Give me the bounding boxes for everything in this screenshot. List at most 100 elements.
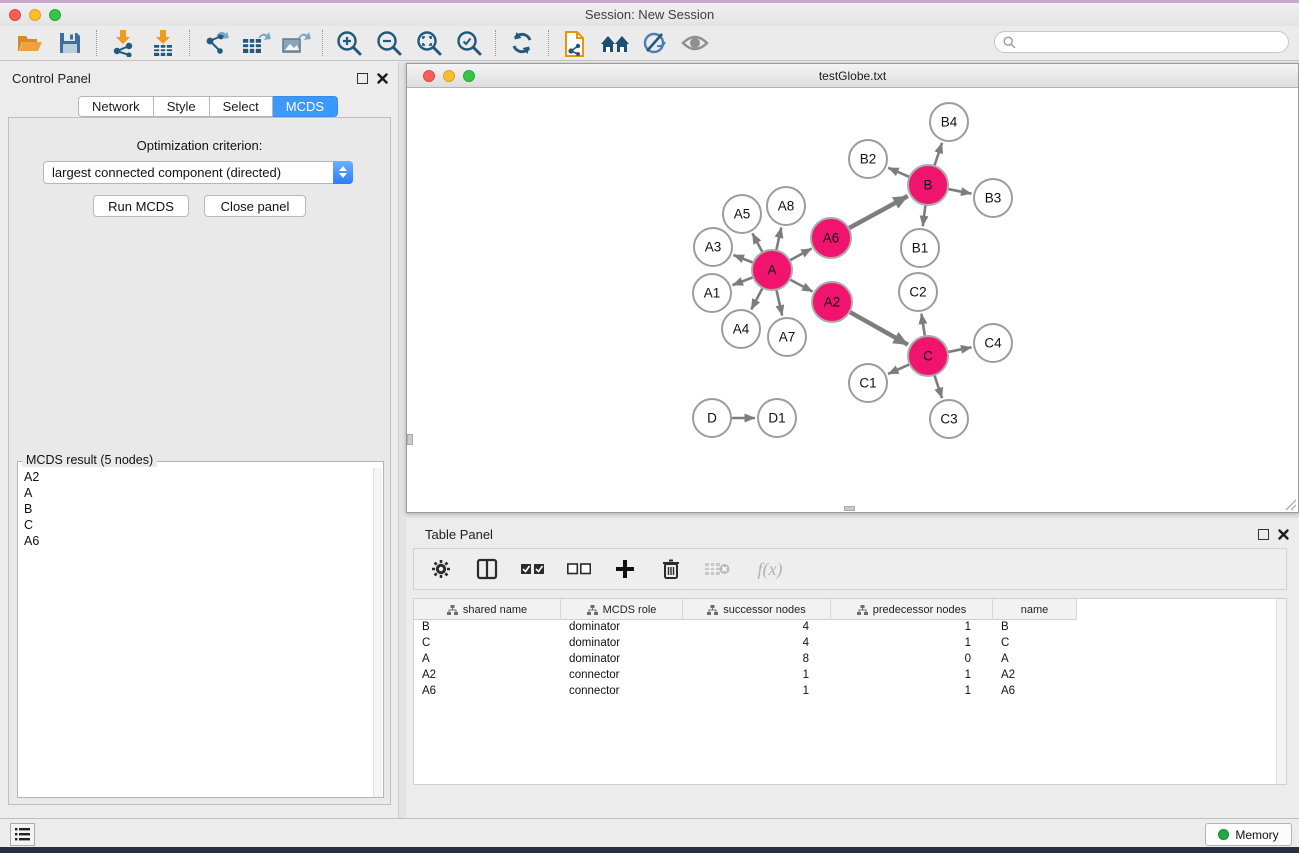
table-cell[interactable]: C	[414, 636, 561, 652]
table-cell[interactable]: connector	[561, 668, 683, 684]
table-cell[interactable]: 1	[831, 684, 993, 700]
table-cell[interactable]: A6	[414, 684, 561, 700]
network-canvas[interactable]: AA1A2A3A4A5A6A7A8BB1B2B3B4CC1C2C3C4DD1	[407, 88, 1298, 512]
resize-grip-icon[interactable]	[1284, 498, 1297, 511]
table-close-icon[interactable]	[1277, 528, 1290, 541]
close-panel-button[interactable]: Close panel	[204, 195, 306, 217]
table-cell[interactable]: dominator	[561, 620, 683, 636]
home-button[interactable]	[595, 27, 635, 59]
table-cell[interactable]: A2	[414, 668, 561, 684]
show-details-button[interactable]	[675, 27, 715, 59]
zoom-selected-button[interactable]	[449, 27, 489, 59]
table-cell[interactable]: 1	[831, 636, 993, 652]
graph-edge-A-A6[interactable]	[790, 248, 812, 260]
graph-edge-A-A4[interactable]	[751, 288, 762, 310]
search-input[interactable]	[1021, 35, 1280, 49]
table-cell[interactable]: 1	[831, 620, 993, 636]
table-cell[interactable]: 1	[683, 684, 831, 700]
task-history-button[interactable]	[10, 823, 35, 846]
graph-edge-A-A5[interactable]	[752, 233, 762, 252]
column-header-name[interactable]: name	[993, 599, 1077, 620]
graph-edge-A2-C[interactable]	[849, 312, 908, 345]
refresh-button[interactable]	[502, 27, 542, 59]
column-header-MCDS-role[interactable]: MCDS role	[561, 599, 683, 620]
table-cell[interactable]: 1	[683, 668, 831, 684]
function-builder-button[interactable]: f(x)	[748, 554, 792, 584]
export-image-button[interactable]	[276, 27, 316, 59]
export-table-button[interactable]	[236, 27, 276, 59]
graph-edge-B-B4[interactable]	[934, 143, 942, 166]
add-column-button[interactable]	[610, 554, 640, 584]
delete-column-button[interactable]	[656, 554, 686, 584]
table-cell[interactable]: 4	[683, 636, 831, 652]
canvas-vscroll-thumb[interactable]	[407, 434, 413, 445]
zoom-fit-button[interactable]	[409, 27, 449, 59]
graph-edge-A-A3[interactable]	[733, 255, 753, 263]
graph-edge-C-C3[interactable]	[934, 375, 942, 398]
column-header-shared-name[interactable]: shared name	[414, 599, 561, 620]
result-item[interactable]: A2	[19, 468, 374, 484]
zoom-in-button[interactable]	[329, 27, 369, 59]
open-file-button[interactable]	[10, 27, 50, 59]
delete-table-button[interactable]	[702, 554, 732, 584]
result-item[interactable]: B	[19, 500, 374, 516]
table-cell[interactable]: 8	[683, 652, 831, 668]
export-network-button[interactable]	[196, 27, 236, 59]
hide-details-button[interactable]	[635, 27, 675, 59]
graph-edge-C-C1[interactable]	[888, 364, 910, 374]
network-document-button[interactable]	[555, 27, 595, 59]
tab-select[interactable]: Select	[210, 96, 273, 117]
graph-edge-A-A1[interactable]	[733, 277, 754, 285]
table-scrollbar[interactable]	[1276, 599, 1286, 784]
graph-edge-C-C4[interactable]	[948, 347, 972, 352]
column-header-predecessor-nodes[interactable]: predecessor nodes	[831, 599, 993, 620]
table-row[interactable]: A6connector11A6	[414, 684, 1286, 700]
column-header-successor-nodes[interactable]: successor nodes	[683, 599, 831, 620]
save-session-button[interactable]	[50, 27, 90, 59]
table-cell[interactable]: B	[993, 620, 1077, 636]
table-row[interactable]: Adominator80A	[414, 652, 1286, 668]
table-cell[interactable]: A	[414, 652, 561, 668]
graph-edge-B-B2[interactable]	[888, 168, 909, 177]
tab-mcds[interactable]: MCDS	[273, 96, 338, 117]
table-cell[interactable]: A2	[993, 668, 1077, 684]
table-cell[interactable]: B	[414, 620, 561, 636]
table-cell[interactable]: 1	[831, 668, 993, 684]
memory-button[interactable]: Memory	[1205, 823, 1292, 846]
table-cell[interactable]: dominator	[561, 652, 683, 668]
network-window-titlebar[interactable]: testGlobe.txt	[407, 64, 1298, 88]
result-item[interactable]: A6	[19, 532, 374, 548]
canvas-hscroll-thumb[interactable]	[844, 506, 855, 511]
search-field[interactable]	[994, 31, 1289, 53]
table-cell[interactable]: A6	[993, 684, 1077, 700]
table-settings-button[interactable]	[426, 554, 456, 584]
column-view-button[interactable]	[472, 554, 502, 584]
import-table-button[interactable]	[143, 27, 183, 59]
import-network-button[interactable]	[103, 27, 143, 59]
table-float-icon[interactable]	[1258, 529, 1269, 540]
graph-edge-B-B1[interactable]	[923, 205, 926, 226]
run-mcds-button[interactable]: Run MCDS	[93, 195, 189, 217]
float-panel-icon[interactable]	[357, 73, 368, 84]
result-item[interactable]: C	[19, 516, 374, 532]
mcds-result-scrollbar[interactable]	[373, 468, 382, 797]
table-row[interactable]: Bdominator41B	[414, 620, 1286, 636]
table-cell[interactable]: dominator	[561, 636, 683, 652]
select-all-button[interactable]	[518, 554, 548, 584]
deselect-all-button[interactable]	[564, 554, 594, 584]
graph-edge-A-A2[interactable]	[790, 279, 813, 291]
table-cell[interactable]: 4	[683, 620, 831, 636]
tab-style[interactable]: Style	[154, 96, 210, 117]
graph-edge-C-C2[interactable]	[921, 314, 925, 337]
table-row[interactable]: Cdominator41C	[414, 636, 1286, 652]
graph-edge-A6-B[interactable]	[849, 196, 908, 228]
table-cell[interactable]: C	[993, 636, 1077, 652]
graph-edge-A-A8[interactable]	[776, 227, 781, 250]
criterion-dropdown[interactable]: largest connected component (directed)	[43, 161, 353, 184]
result-item[interactable]: A	[19, 484, 374, 500]
table-cell[interactable]: A	[993, 652, 1077, 668]
table-cell[interactable]: connector	[561, 684, 683, 700]
close-panel-icon[interactable]	[376, 72, 389, 85]
tab-network[interactable]: Network	[78, 96, 154, 117]
zoom-out-button[interactable]	[369, 27, 409, 59]
